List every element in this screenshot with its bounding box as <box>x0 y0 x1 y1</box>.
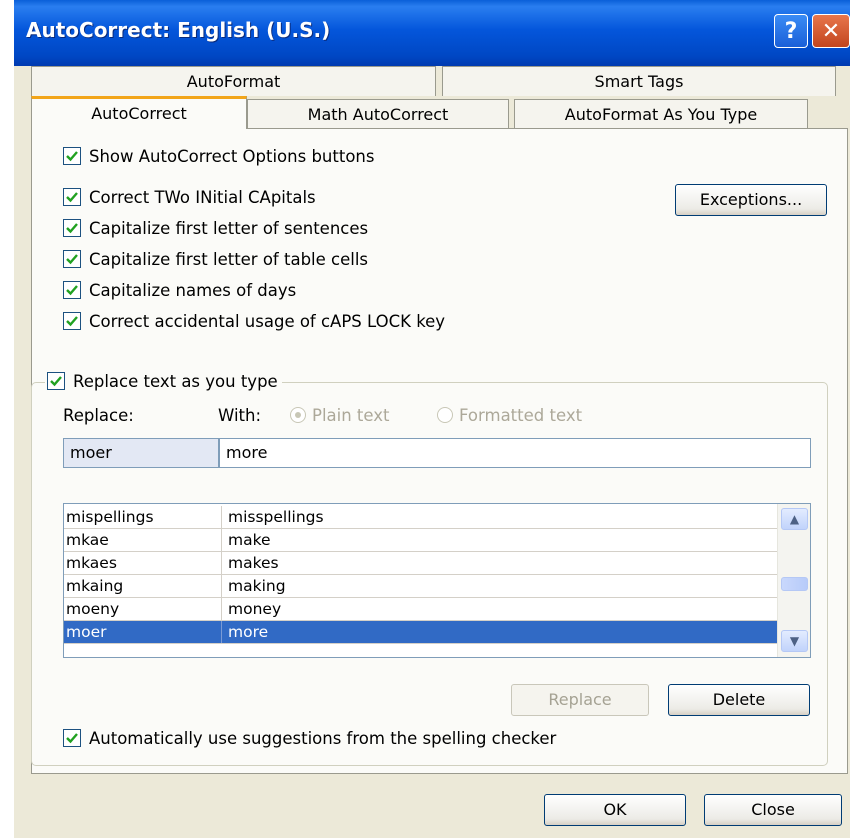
entry-replace: moeny <box>66 598 222 620</box>
checkbox-box <box>63 729 81 747</box>
formatted-text-label: Formatted text <box>459 406 583 425</box>
plain-text-radio[interactable]: Plain text <box>290 406 390 425</box>
entry-with: make <box>228 531 271 549</box>
checkbox-label: Capitalize first letter of sentences <box>89 219 369 238</box>
entry-with: makes <box>228 554 279 572</box>
radio-circle <box>290 407 306 423</box>
correct-caps-lock-checkbox[interactable]: Correct accidental usage of cAPS LOCK ke… <box>63 310 445 334</box>
checkbox-label: Capitalize first letter of table cells <box>89 250 369 269</box>
with-label: With: <box>218 406 262 425</box>
capitalize-table-cells-checkbox[interactable]: Capitalize first letter of table cells <box>63 248 368 272</box>
checkbox-label: Correct TWo INitial CApitals <box>89 188 316 207</box>
ok-button[interactable]: OK <box>544 794 686 826</box>
show-options-buttons-checkbox[interactable]: Show AutoCorrect Options buttons <box>63 145 374 169</box>
replace-button[interactable]: Replace <box>511 684 649 716</box>
checkbox-box <box>63 281 81 299</box>
checkbox-box <box>63 188 81 206</box>
scroll-down-icon[interactable]: ▼ <box>781 630 808 652</box>
checkbox-box <box>63 147 81 165</box>
entry-with: more <box>228 623 269 641</box>
list-item-selected[interactable]: moer more <box>64 621 777 644</box>
replace-text-checkbox[interactable]: Replace text as you type <box>45 370 282 394</box>
checkbox-box <box>63 219 81 237</box>
entry-replace: mispellings <box>66 506 222 528</box>
list-item[interactable]: mkaes makes <box>64 552 777 575</box>
spelling-suggestions-checkbox[interactable]: Automatically use suggestions from the s… <box>63 727 556 751</box>
entry-with: misspellings <box>228 508 324 526</box>
replace-label: Replace: <box>63 406 134 425</box>
list-scrollbar[interactable]: ▲ ▼ <box>777 504 810 657</box>
checkbox-box <box>63 312 81 330</box>
plain-text-label: Plain text <box>312 406 390 425</box>
correct-two-initial-capitals-checkbox[interactable]: Correct TWo INitial CApitals <box>63 186 316 210</box>
list-item[interactable]: mkaing making <box>64 575 777 598</box>
capitalize-sentences-checkbox[interactable]: Capitalize first letter of sentences <box>63 217 368 241</box>
radio-circle <box>437 407 453 423</box>
panel-content: Show AutoCorrect Options buttons Correct… <box>0 0 850 838</box>
list-item[interactable]: moeny money <box>64 598 777 621</box>
entry-replace: moer <box>66 621 222 643</box>
checkbox-label: Replace text as you type <box>73 372 278 391</box>
with-input[interactable]: more <box>219 438 811 468</box>
entry-replace: mkaing <box>66 575 222 597</box>
exceptions-button[interactable]: Exceptions... <box>675 184 827 216</box>
capitalize-days-checkbox[interactable]: Capitalize names of days <box>63 279 296 303</box>
scroll-up-icon[interactable]: ▲ <box>781 508 808 530</box>
delete-button[interactable]: Delete <box>668 684 810 716</box>
formatted-text-radio[interactable]: Formatted text <box>437 406 582 425</box>
replace-input[interactable]: moer <box>63 438 219 468</box>
entry-replace: mkaes <box>66 552 222 574</box>
entry-replace: mkae <box>66 529 222 551</box>
scroll-thumb[interactable] <box>781 577 808 591</box>
checkbox-label: Capitalize names of days <box>89 281 297 300</box>
entry-with: money <box>228 600 282 618</box>
list-item[interactable]: mispellings misspellings <box>64 506 777 529</box>
entry-with: making <box>228 577 286 595</box>
checkbox-label: Correct accidental usage of cAPS LOCK ke… <box>89 312 446 331</box>
list-item[interactable]: mkae make <box>64 529 777 552</box>
checkbox-box <box>63 250 81 268</box>
checkbox-box <box>47 372 65 390</box>
checkbox-label: Show AutoCorrect Options buttons <box>89 147 375 166</box>
autocorrect-entries-list[interactable]: mispellings misspellings mkae make mkaes… <box>63 503 811 658</box>
checkbox-label: Automatically use suggestions from the s… <box>89 729 557 748</box>
close-button[interactable]: Close <box>704 794 842 826</box>
